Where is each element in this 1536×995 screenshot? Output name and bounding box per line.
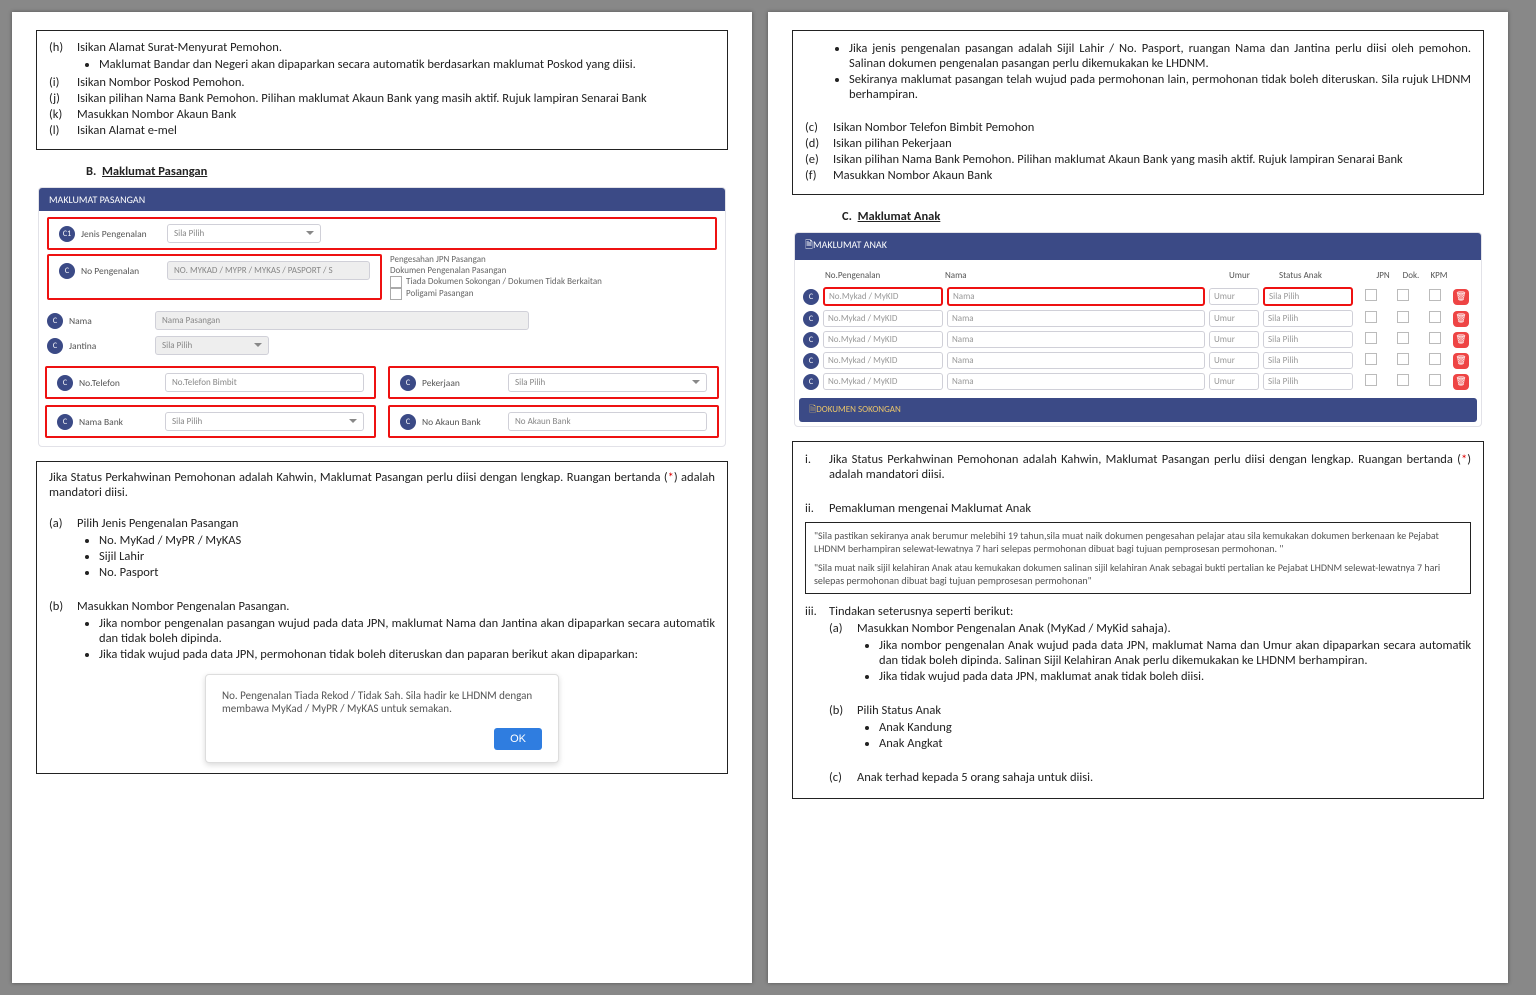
item-l: Isikan Alamat e-mel: [77, 123, 715, 138]
intro-pasangan: Jika Status Perkahwinan Pemohonan adalah…: [49, 470, 715, 500]
box-top-right: Jika jenis pengenalan pasangan adalah Si…: [792, 30, 1484, 195]
form-maklumat-anak: 🗎MAKLUMAT ANAK No.Pengenalan Nama Umur S…: [794, 232, 1482, 427]
page-left: (h) Isikan Alamat Surat-Menyurat Pemohon…: [12, 12, 752, 983]
alert-message: No. Pengenalan Tiada Rekod / Tidak Sah. …: [222, 689, 542, 715]
select-jenis-pengenalan[interactable]: Sila Pilih: [167, 224, 321, 243]
trash-icon[interactable]: 🗑: [1453, 311, 1469, 327]
table-row: C No.Mykad / MyKID Nama Umur Sila Pilih …: [795, 329, 1481, 350]
select-jantina[interactable]: Sila Pilih: [155, 336, 269, 355]
select-nama-bank[interactable]: Sila Pilih: [165, 412, 364, 431]
form-bar-anak: 🗎MAKLUMAT ANAK: [795, 233, 1481, 260]
section-b-heading: B. B. Maklumat PasanganMaklumat Pasangan: [86, 164, 728, 179]
table-row: C No.Mykad / MyKID Nama Umur Sila Pilih …: [795, 308, 1481, 329]
input-no-akaun[interactable]: No Akaun Bank: [508, 412, 707, 431]
item-a: Pilih Jenis Pengenalan Pasangan: [77, 516, 238, 531]
box-top-left: (h) Isikan Alamat Surat-Menyurat Pemohon…: [36, 30, 728, 150]
txt-dokumen-pengenalan: Dokumen Pengenalan Pasangan: [390, 265, 717, 276]
trash-icon[interactable]: 🗑: [1453, 289, 1469, 305]
alert-ok-button[interactable]: OK: [494, 728, 542, 750]
section-c-heading: C. Maklumat Anak: [842, 209, 1484, 224]
input-anak-no[interactable]: No.Mykad / MyKID: [823, 287, 943, 306]
alert-box: No. Pengenalan Tiada Rekod / Tidak Sah. …: [205, 674, 559, 763]
chk-poligami[interactable]: [390, 288, 402, 300]
lbl-h: (h): [49, 40, 77, 74]
chk-tiada-dok[interactable]: [390, 276, 402, 288]
trash-icon[interactable]: 🗑: [1453, 332, 1469, 348]
box-instructions-pasangan: Jika Status Perkahwinan Pemohonan adalah…: [36, 461, 728, 774]
form-maklumat-pasangan: MAKLUMAT PASANGAN C1 Jenis Pengenalan Si…: [38, 187, 726, 447]
select-anak-status[interactable]: Sila Pilih: [1263, 287, 1353, 306]
bar-dokumen-sokongan[interactable]: 🗎DOKUMEN SOKONGAN: [799, 398, 1477, 422]
item-j: Isikan pilihan Nama Bank Pemohon. Piliha…: [77, 91, 715, 106]
table-row: C No.Mykad / MyKID Nama Umur Sila Pilih …: [795, 371, 1481, 392]
item-i: Isikan Nombor Poskod Pemohon.: [77, 75, 715, 90]
input-no-pengenalan[interactable]: NO. MYKAD / MYPR / MYKAS / PASPORT / S: [167, 261, 370, 280]
txt-pengesahan-jpn: Pengesahan JPN Pasangan: [390, 254, 717, 265]
input-no-telefon[interactable]: No.Telefon Bimbit: [165, 373, 364, 392]
item-k: Masukkan Nombor Akaun Bank: [77, 107, 715, 122]
item-h: Isikan Alamat Surat-Menyurat Pemohon.: [77, 40, 282, 55]
trash-icon[interactable]: 🗑: [1453, 353, 1469, 369]
item-b: Masukkan Nombor Pengenalan Pasangan.: [77, 599, 289, 614]
note-box: "Sila pastikan sekiranya anak berumur me…: [805, 522, 1471, 594]
box-instructions-anak: i. Jika Status Perkahwinan Pemohonan ada…: [792, 441, 1484, 799]
input-anak-nama[interactable]: Nama: [947, 287, 1205, 306]
chip-c1: C1: [59, 226, 75, 242]
table-row: C No.Mykad / MyKID Nama Umur Sila Pilih …: [795, 285, 1481, 308]
table-row: C No.Mykad / MyKID Nama Umur Sila Pilih …: [795, 350, 1481, 371]
page-right: Jika jenis pengenalan pasangan adalah Si…: [768, 12, 1508, 983]
lbl-no-pengenalan: No Pengenalan: [81, 265, 161, 277]
lbl-jenis-pengenalan: Jenis Pengenalan: [81, 228, 161, 240]
input-nama-pasangan[interactable]: Nama Pasangan: [155, 311, 529, 330]
item-h-bul: Maklumat Bandar dan Negeri akan dipapark…: [99, 57, 715, 72]
select-pekerjaan[interactable]: Sila Pilih: [508, 373, 707, 392]
trash-icon[interactable]: 🗑: [1453, 374, 1469, 390]
form-bar-pasangan: MAKLUMAT PASANGAN: [39, 188, 725, 211]
